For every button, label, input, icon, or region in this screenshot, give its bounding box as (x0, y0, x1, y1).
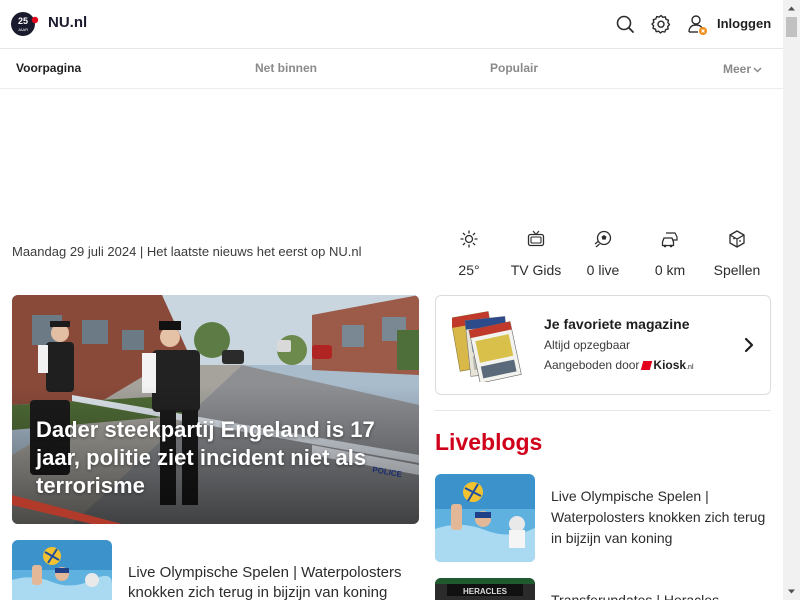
nav-item-net-binnen[interactable]: Net binnen (255, 61, 317, 75)
weather-label: 25° (458, 262, 480, 278)
section-divider (435, 410, 771, 411)
top-header: 25 JAAR NU.nl Inloggen (0, 0, 783, 49)
nav-more-button[interactable]: Meer (723, 62, 762, 76)
magazine-title: Je favoriete magazine (544, 316, 690, 332)
logo-badge-number: 25 (18, 16, 28, 26)
hero-title[interactable]: Dader steekpartij Engeland is 17 jaar, p… (36, 416, 406, 500)
liveblog-title[interactable]: Transferupdates | Heracles (551, 590, 771, 600)
nav-item-populair[interactable]: Populair (490, 61, 538, 75)
search-icon[interactable] (614, 13, 636, 35)
heracles-text: HERACLES (463, 587, 508, 596)
scroll-down-arrow-icon[interactable] (787, 587, 796, 596)
live-sports-label: 0 live (586, 262, 620, 278)
heracles-image: HERACLES (435, 578, 535, 600)
sun-icon (460, 230, 478, 248)
kiosk-logo: Kiosk.nl (641, 358, 694, 372)
page: 25 JAAR NU.nl Inloggen Voorpagina Net bi… (0, 0, 783, 600)
soccer-ball-icon (594, 230, 612, 248)
section-nav: Voorpagina Net binnen Populair Meer (0, 49, 783, 89)
magazine-offered-by: Aangeboden door Kiosk.nl (544, 358, 694, 372)
traffic-label: 0 km (654, 262, 686, 278)
kiosk-mark-icon (641, 361, 653, 370)
traffic-widget[interactable]: 0 km (638, 229, 702, 278)
scrollbar-thumb[interactable] (786, 17, 797, 37)
magazine-promo-card[interactable]: Je favoriete magazine Altijd opzegbaar A… (435, 295, 771, 395)
live-sports-widget[interactable]: 0 live (571, 229, 635, 278)
magazine-subtitle: Altijd opzegbaar (544, 338, 631, 352)
kiosk-brand: Kiosk (653, 358, 687, 372)
hero-article[interactable]: POLICE Dader steekpartij Engeland is 17 … (12, 295, 419, 524)
user-icon[interactable] (686, 13, 708, 35)
scroll-up-arrow-icon[interactable] (787, 4, 796, 13)
games-label: Spellen (713, 262, 761, 278)
games-widget[interactable]: Spellen (705, 229, 769, 278)
tv-icon (527, 230, 545, 247)
nav-more-label: Meer (723, 62, 752, 76)
site-logo-text[interactable]: NU.nl (48, 14, 87, 31)
tv-guide-label: TV Gids (510, 262, 562, 278)
gear-icon[interactable] (650, 13, 672, 35)
tv-guide-widget[interactable]: TV Gids (504, 229, 568, 278)
liveblog-thumbnail[interactable]: HERACLES (435, 578, 535, 600)
waterpolo-image (12, 540, 112, 600)
kiosk-brand-suffix: .nl (686, 364, 694, 371)
magazine-stack-image (452, 311, 522, 382)
logo-badge-sub: JAAR (18, 27, 28, 32)
small-article-thumbnail[interactable] (12, 540, 112, 600)
liveblog-thumbnail[interactable] (435, 474, 535, 562)
waterpolo-image (435, 474, 535, 562)
cube-icon (729, 230, 745, 248)
vertical-scrollbar[interactable] (783, 0, 800, 600)
small-article-title[interactable]: Live Olympische Spelen | Waterpolosters … (128, 563, 418, 600)
weather-widget[interactable]: 25° (437, 229, 501, 278)
chevron-right-icon[interactable] (742, 337, 756, 353)
nav-item-voorpagina[interactable]: Voorpagina (16, 61, 81, 75)
anniversary-logo[interactable]: 25 JAAR (11, 11, 39, 37)
login-link[interactable]: Inloggen (717, 16, 771, 31)
liveblogs-heading[interactable]: Liveblogs (435, 429, 542, 456)
date-line: Maandag 29 juli 2024 | Het laatste nieuw… (12, 244, 362, 259)
cars-icon (661, 232, 678, 248)
liveblog-title[interactable]: Live Olympische Spelen | Waterpolosters … (551, 486, 771, 549)
offered-by-text: Aangeboden door (544, 358, 640, 372)
chevron-down-icon (753, 67, 762, 73)
